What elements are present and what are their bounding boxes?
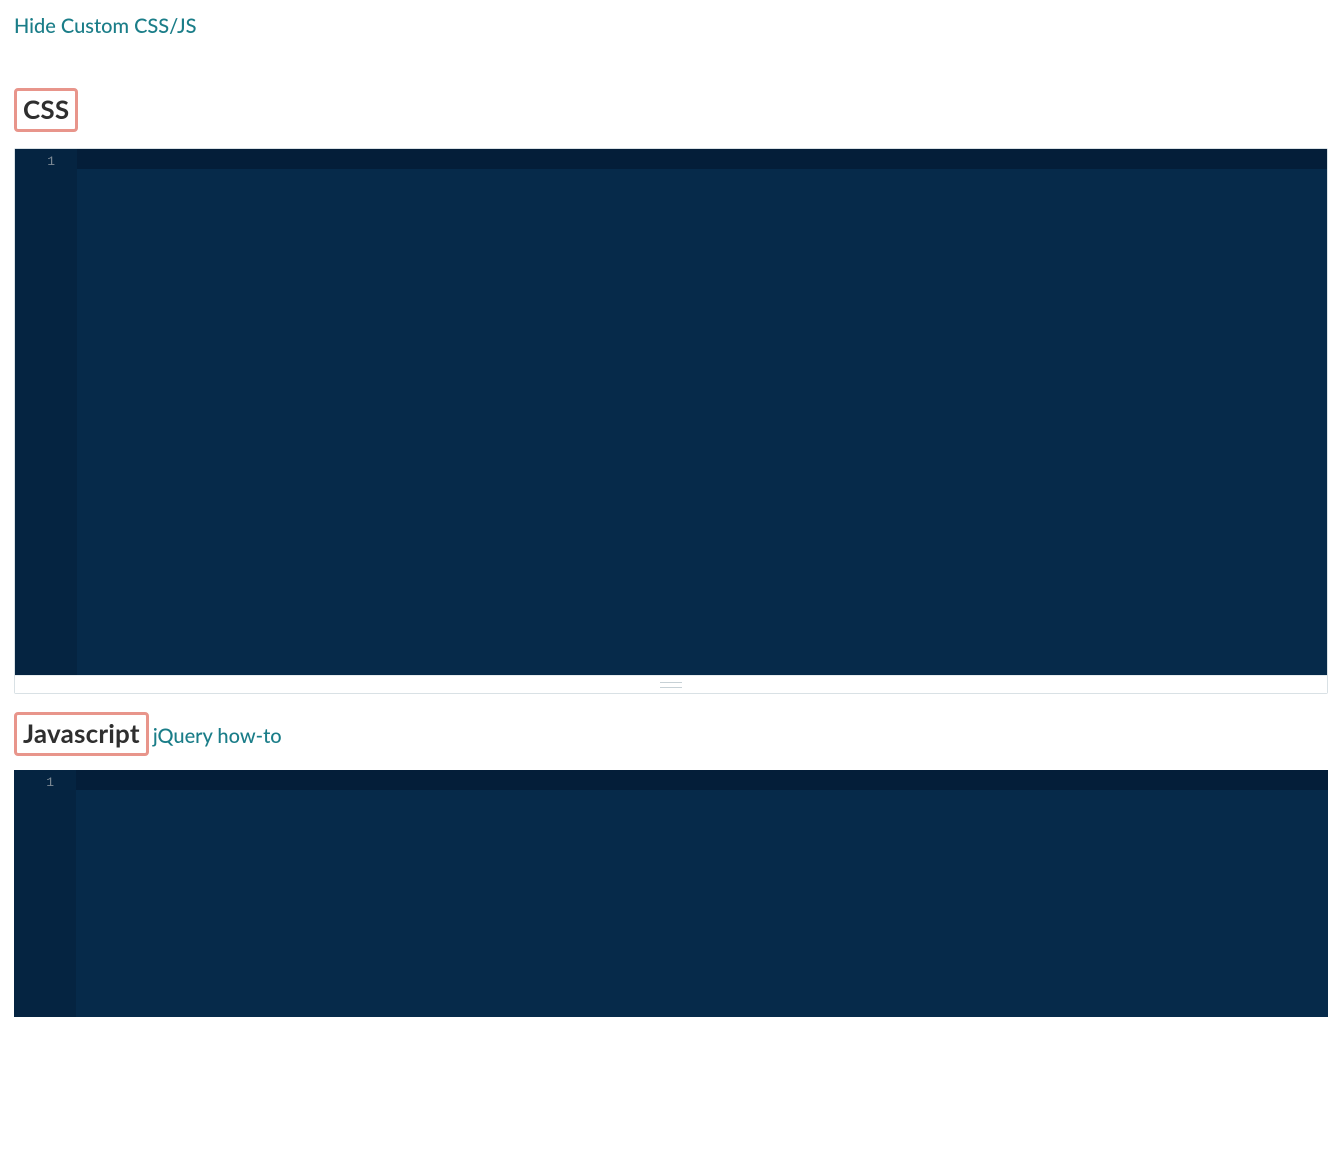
js-code-editor[interactable]: 1 (14, 770, 1328, 1017)
active-line-bg (77, 149, 1327, 169)
javascript-heading: Javascript (23, 717, 140, 749)
js-editor-textarea[interactable] (76, 770, 1328, 1017)
css-editor-gutter: 1 (15, 149, 77, 675)
css-heading: CSS (23, 93, 69, 125)
javascript-section: Javascript jQuery how-to 1 (14, 694, 1328, 1017)
css-editor-resize-handle[interactable] (15, 675, 1327, 693)
jquery-howto-link[interactable]: jQuery how-to (153, 724, 282, 748)
hide-custom-cssjs-link[interactable]: Hide Custom CSS/JS (14, 14, 197, 38)
css-code-body[interactable] (77, 169, 1327, 675)
css-code-editor[interactable]: 1 (15, 149, 1327, 675)
js-editor-container: 1 (14, 770, 1328, 1017)
js-code-body[interactable] (76, 790, 1328, 1017)
css-section: CSS 1 (14, 38, 1328, 694)
active-line-bg (76, 770, 1328, 790)
css-heading-highlight: CSS (14, 88, 78, 132)
css-editor-container: 1 (14, 148, 1328, 694)
javascript-heading-highlight: Javascript (14, 712, 149, 756)
js-editor-gutter: 1 (14, 770, 76, 1017)
custom-css-js-panel: Hide Custom CSS/JS CSS 1 (0, 0, 1342, 1017)
line-number: 1 (14, 773, 54, 793)
css-editor-textarea[interactable] (77, 149, 1327, 675)
line-number: 1 (15, 152, 55, 172)
grip-icon (660, 682, 682, 688)
